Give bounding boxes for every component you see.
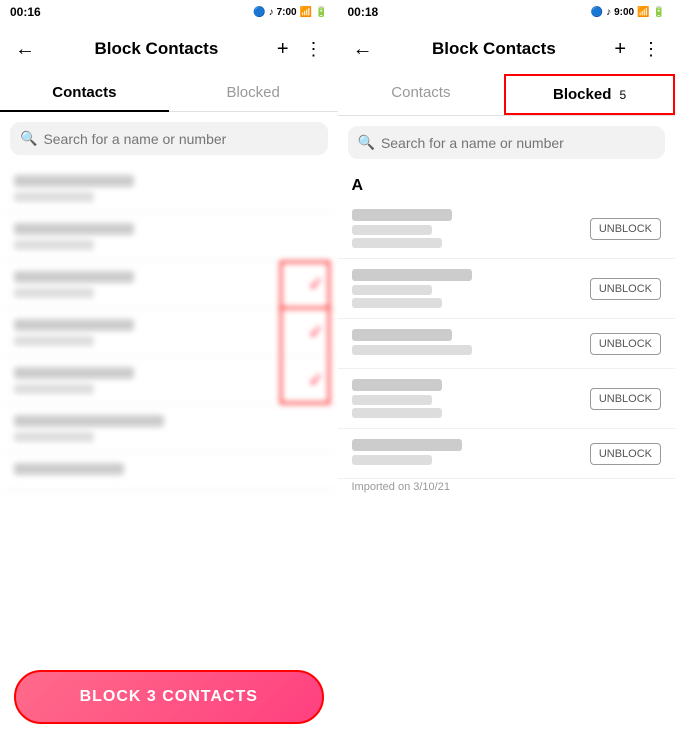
unblock-button[interactable]: UNBLOCK: [590, 218, 661, 240]
unblock-button[interactable]: UNBLOCK: [590, 388, 661, 410]
time-left: 00:16: [10, 5, 41, 19]
header-actions-right: + ⋮: [610, 34, 665, 65]
check-icon: ✓: [308, 322, 323, 343]
search-icon-left: 🔍: [20, 130, 37, 147]
blocked-count-badge: 5: [620, 88, 627, 102]
tab-blocked-right[interactable]: Blocked 5: [504, 74, 675, 115]
tab-contacts-right[interactable]: Contacts: [338, 74, 505, 115]
list-item[interactable]: [0, 453, 338, 491]
search-input-right[interactable]: [381, 135, 655, 151]
list-item[interactable]: [0, 405, 338, 453]
blocked-list-item[interactable]: UNBLOCK: [338, 319, 675, 369]
check-icon: ✓: [308, 274, 323, 295]
status-icons-right: 🔵 ♪ 9:00 📶 🔋: [591, 7, 665, 18]
blocked-list-item[interactable]: UNBLOCK: [338, 259, 675, 319]
list-item[interactable]: ✓: [0, 309, 338, 357]
status-bar-right: 00:18 🔵 ♪ 9:00 📶 🔋: [338, 0, 675, 24]
list-item[interactable]: [0, 213, 338, 261]
add-button-right[interactable]: +: [610, 34, 630, 65]
blocked-contact-list: UNBLOCK UNBLOCK UNBLOCK: [338, 199, 675, 736]
search-icon-right: 🔍: [358, 134, 375, 151]
battery-icon: 🔋: [315, 7, 327, 18]
time-right: 00:18: [348, 5, 379, 19]
header-right: ← Block Contacts + ⋮: [338, 24, 675, 74]
right-panel: 00:18 🔵 ♪ 9:00 📶 🔋 ← Block Contacts + ⋮ …: [338, 0, 675, 736]
block-contacts-button[interactable]: BLOCK 3 CONTACTS: [14, 670, 324, 724]
back-button-left[interactable]: ←: [10, 33, 40, 66]
search-bar-right: 🔍: [348, 126, 666, 159]
section-header-a: A: [338, 169, 675, 199]
block-button-container: BLOCK 3 CONTACTS: [0, 658, 338, 736]
battery-icon-right: 🔋: [653, 7, 665, 18]
status-bar-left: 00:16 🔵 ♪ 7:00 📶 🔋: [0, 0, 338, 24]
data-speed: 7:00: [277, 7, 297, 18]
tab-blocked-left[interactable]: Blocked: [169, 74, 338, 111]
signal-icon: 📶: [300, 7, 312, 18]
tabs-left: Contacts Blocked: [0, 74, 338, 112]
unblock-button[interactable]: UNBLOCK: [590, 333, 661, 355]
unblock-button[interactable]: UNBLOCK: [590, 278, 661, 300]
search-bar-left: 🔍: [10, 122, 328, 155]
tab-contacts-left[interactable]: Contacts: [0, 74, 169, 111]
back-button-right[interactable]: ←: [348, 33, 378, 66]
tabs-right: Contacts Blocked 5: [338, 74, 675, 116]
blocked-list-item[interactable]: UNBLOCK: [338, 429, 675, 479]
unblock-button[interactable]: UNBLOCK: [590, 443, 661, 465]
list-item[interactable]: ✓: [0, 357, 338, 405]
left-panel: 00:16 🔵 ♪ 7:00 📶 🔋 ← Block Contacts + ⋮ …: [0, 0, 338, 736]
add-button-left[interactable]: +: [273, 34, 293, 65]
status-icons-left: 🔵 ♪ 7:00 📶 🔋: [253, 7, 327, 18]
blocked-list-item[interactable]: UNBLOCK: [338, 199, 675, 259]
check-icon: ✓: [308, 370, 323, 391]
header-actions-left: + ⋮: [273, 34, 328, 65]
more-button-left[interactable]: ⋮: [301, 35, 328, 64]
list-item[interactable]: ✓: [0, 261, 338, 309]
bluetooth-icon: 🔵: [253, 7, 265, 18]
data-speed-right: 9:00: [614, 7, 634, 18]
music-icon-right: ♪: [606, 7, 611, 18]
imported-label: Imported on 3/10/21: [338, 479, 675, 501]
signal-icon-right: 📶: [637, 7, 649, 18]
bluetooth-icon-right: 🔵: [591, 7, 603, 18]
page-title-left: Block Contacts: [40, 39, 273, 59]
blocked-list-item[interactable]: UNBLOCK: [338, 369, 675, 429]
search-input-left[interactable]: [43, 131, 317, 147]
contact-list-left: ✓ ✓ ✓: [0, 165, 338, 658]
page-title-right: Block Contacts: [378, 39, 611, 59]
more-button-right[interactable]: ⋮: [638, 35, 665, 64]
header-left: ← Block Contacts + ⋮: [0, 24, 338, 74]
list-item[interactable]: [0, 165, 338, 213]
music-icon: ♪: [269, 7, 274, 18]
